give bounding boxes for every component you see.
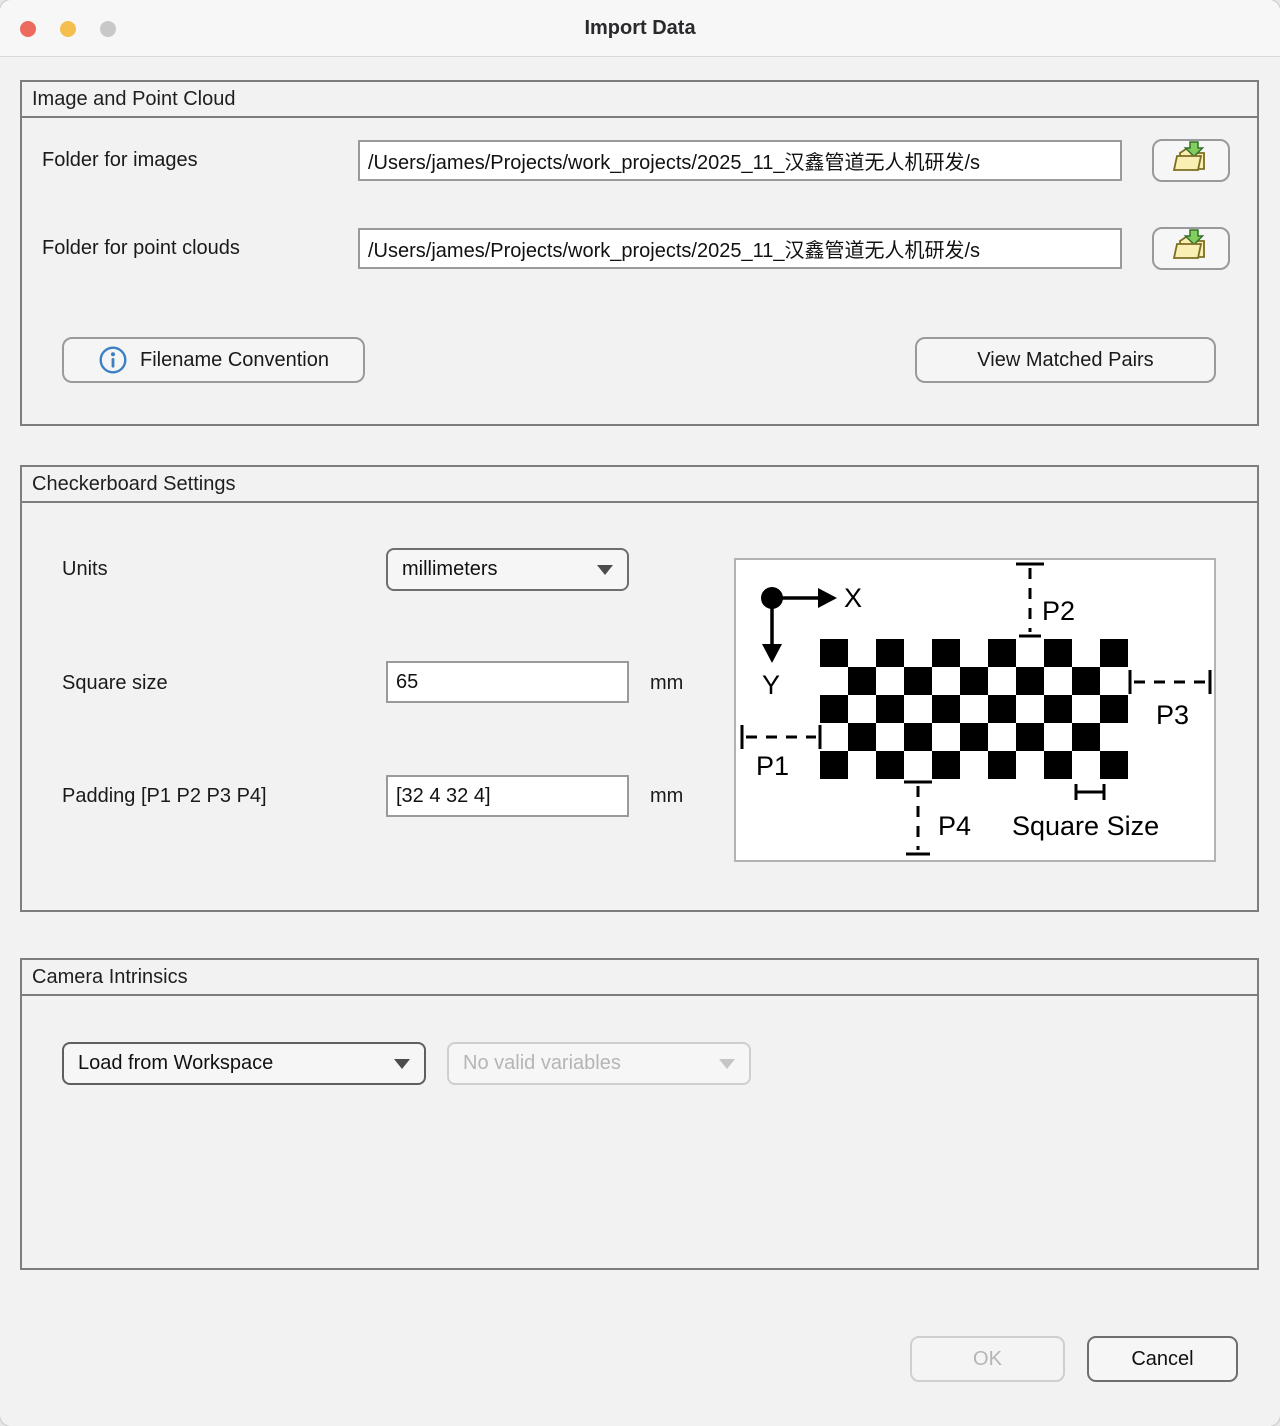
import-data-dialog: Import Data Image and Point Cloud Folder… (0, 0, 1280, 1426)
units-dropdown[interactable]: millimeters (386, 548, 629, 591)
cancel-button[interactable]: Cancel (1087, 1336, 1238, 1382)
chevron-down-icon (597, 565, 613, 575)
chevron-down-icon (719, 1059, 735, 1069)
checkerboard-diagram: X Y P2 P3 P1 P4 (734, 558, 1216, 862)
x-axis-label: X (844, 583, 862, 613)
square-size-unit: mm (650, 672, 683, 695)
chevron-down-icon (394, 1059, 410, 1069)
padding-input[interactable] (386, 775, 629, 817)
checkerboard-diagram-svg: X Y P2 P3 P1 P4 (736, 560, 1214, 860)
p3-label: P3 (1156, 700, 1189, 730)
title-bar: Import Data (0, 0, 1280, 57)
p4-label: P4 (938, 811, 971, 841)
square-size-input[interactable] (386, 661, 629, 703)
intrinsics-variable-dropdown: No valid variables (447, 1042, 751, 1085)
p2-label: P2 (1042, 596, 1075, 626)
minimize-button[interactable] (60, 21, 76, 37)
intrinsics-variable-value: No valid variables (463, 1052, 621, 1075)
filename-convention-button[interactable]: Filename Convention (62, 337, 365, 383)
folder-images-input[interactable] (358, 140, 1122, 181)
dialog-title: Import Data (584, 17, 695, 40)
square-size-caption: Square Size (1012, 811, 1159, 841)
browse-pointclouds-button[interactable] (1152, 227, 1230, 270)
y-axis-label: Y (762, 670, 780, 700)
filename-convention-label: Filename Convention (140, 349, 329, 372)
view-matched-pairs-button[interactable]: View Matched Pairs (915, 337, 1216, 383)
image-point-cloud-header: Image and Point Cloud (22, 82, 1257, 118)
open-folder-icon (1171, 141, 1211, 180)
intrinsics-source-value: Load from Workspace (78, 1052, 273, 1075)
x-axis-arrow-icon (818, 588, 837, 608)
padding-label: Padding [P1 P2 P3 P4] (62, 785, 267, 808)
camera-intrinsics-panel: Camera Intrinsics (20, 958, 1259, 1270)
folder-images-label: Folder for images (42, 149, 198, 172)
open-folder-icon (1171, 229, 1211, 268)
ok-button-label: OK (973, 1348, 1002, 1371)
close-button[interactable] (20, 21, 36, 37)
ok-button[interactable]: OK (910, 1336, 1065, 1382)
folder-pointclouds-label: Folder for point clouds (42, 237, 240, 260)
checkerboard-pattern (820, 639, 1128, 779)
view-matched-pairs-label: View Matched Pairs (977, 349, 1153, 372)
units-dropdown-value: millimeters (402, 558, 498, 581)
y-axis-arrow-icon (762, 644, 782, 663)
info-icon (98, 345, 128, 375)
units-label: Units (62, 558, 108, 581)
checkerboard-settings-header: Checkerboard Settings (22, 467, 1257, 503)
padding-unit: mm (650, 785, 683, 808)
browse-images-button[interactable] (1152, 139, 1230, 182)
camera-intrinsics-header: Camera Intrinsics (22, 960, 1257, 996)
folder-pointclouds-input[interactable] (358, 228, 1122, 269)
intrinsics-source-dropdown[interactable]: Load from Workspace (62, 1042, 426, 1085)
square-size-label: Square size (62, 672, 168, 695)
cancel-button-label: Cancel (1131, 1348, 1193, 1371)
p1-label: P1 (756, 751, 789, 781)
zoom-button (100, 21, 116, 37)
